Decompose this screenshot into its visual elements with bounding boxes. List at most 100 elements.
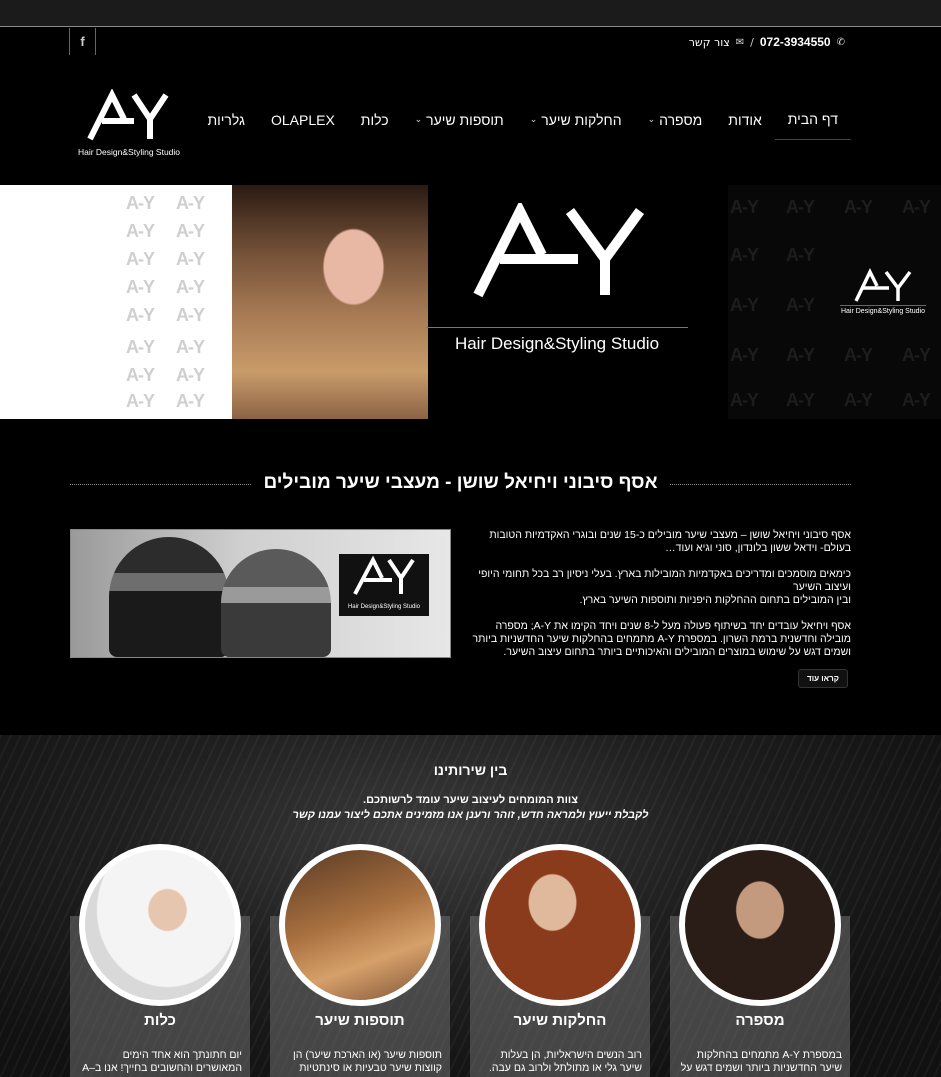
watermark-logo: A-Y [126,221,155,241]
phone-icon: ✆ [836,36,845,48]
nav-label: החלקות שיער [541,111,622,128]
services-title: בין שירותינו [433,762,508,778]
main-nav: דף הבית אודות מספרה ⌄ החלקות שיער ⌄ תוספות… [194,105,851,140]
watermark-logo: A-Y [126,365,155,385]
site-header: Hair Design&Styling Studio דף הבית אודות… [0,55,941,185]
nav-olaplex[interactable]: OLAPLEX [258,106,348,140]
top-strip [0,0,941,27]
services-section: בין שירותינו צוות המומחים לעיצוב שיער עו… [0,735,941,1077]
service-title[interactable]: החלקות שיער [470,1012,650,1029]
separator: / [750,35,754,49]
site-logo[interactable]: Hair Design&Styling Studio [72,88,186,161]
watermark-logo: A-Y [730,295,759,315]
watermark-logo: A-Y [844,197,873,217]
nav-about[interactable]: אודות [715,106,775,140]
nav-home[interactable]: דף הבית [774,105,851,140]
banner-tagline: Hair Design&Styling Studio [426,327,688,354]
banner-model-photo [232,185,428,419]
service-image-extensions[interactable] [279,844,441,1006]
watermark-logo: A-Y [176,305,205,325]
chevron-down-icon: ⌄ [414,114,423,124]
watermark-logo: A-Y [176,277,205,297]
watermark-logo: A-Y [902,197,931,217]
nav-extensions[interactable]: תוספות שיער ⌄ [402,106,517,140]
about-paragraph: כימאים מוסמכים ומדריכים באקדמיות המובילו… [478,568,851,606]
watermark-logo: A-Y [176,391,205,411]
service-title[interactable]: כלות [70,1012,250,1029]
banner-small-logo [854,268,912,302]
nav-label: גלריות [207,111,245,128]
contact-link[interactable]: צור קשר [689,36,730,49]
person-figure [221,549,331,657]
hero-banner: A-Y A-Y A-Y A-Y A-Y A-Y A-Y A-Y A-Y A-Y … [0,185,941,419]
logo-tagline: Hair Design&Styling Studio [77,147,181,157]
watermark-logo: A-Y [126,249,155,269]
nav-straightening[interactable]: החלקות שיער ⌄ [517,106,635,140]
chevron-down-icon: ⌄ [529,114,538,124]
watermark-logo: A-Y [176,193,205,213]
watermark-logo: A-Y [176,365,205,385]
nav-label: מספרה [659,111,703,128]
nav-label: דף הבית [787,111,838,127]
nav-brides[interactable]: כלות [348,106,402,140]
service-image-straightening[interactable] [479,844,641,1006]
banner-small-tagline: Hair Design&Styling Studio [840,305,926,315]
watermark-logo: A-Y [176,221,205,241]
service-title[interactable]: מספרה [670,1012,850,1029]
service-description: תוספות שיער (או הארכת שיער) הן קווצות שי… [293,1049,442,1074]
service-image-brides[interactable] [79,844,241,1006]
person-figure [109,537,229,657]
watermark-logo: A-Y [786,345,815,365]
nav-label: תוספות שיער [426,111,504,128]
nav-galleries[interactable]: גלריות [194,106,257,140]
nav-label: אודות [728,111,762,128]
watermark-logo: A-Y [126,277,155,297]
watermark-logo: A-Y [730,245,759,265]
contact-info: ✆ 072-3934550 / ✉ צור קשר [689,35,845,49]
watermark-logo: A-Y [126,391,155,411]
owners-photo: Hair Design&Styling Studio [70,529,451,658]
service-description: יום חתונתך הוא אחד הימים המאושרים והחשוב… [82,1049,242,1074]
read-more-button[interactable]: קראו עוד [798,669,848,688]
service-description: רוב הנשים הישראליות, הן בעלות שיער גלי א… [488,1049,642,1074]
watermark-logo: A-Y [786,245,815,265]
banner-pattern-left: A-Y A-Y A-Y A-Y A-Y A-Y A-Y A-Y A-Y A-Y … [0,185,232,419]
watermark-logo: A-Y [126,337,155,357]
about-title: אסף סיבוני ויחיאל שושן - מעצבי שיער מובי… [70,472,851,494]
banner-logo-mark [473,203,645,298]
owners-photo-logo-tag: Hair Design&Styling Studio [347,604,421,610]
about-paragraph: אסף סיבוני ויחיאל שושן – מעצבי שיער מובי… [489,529,851,554]
watermark-logo: A-Y [126,193,155,213]
service-image-salon[interactable] [679,844,841,1006]
watermark-logo: A-Y [730,345,759,365]
watermark-logo: A-Y [902,345,931,365]
about-text: אסף סיבוני ויחיאל שושן – מעצבי שיער מובי… [471,529,851,672]
watermark-logo: A-Y [730,197,759,217]
nav-salon[interactable]: מספרה ⌄ [635,106,716,140]
facebook-icon[interactable]: f [69,28,96,55]
owners-photo-logo: Hair Design&Styling Studio [339,554,429,616]
services-subtitle-line: צוות המומחים לעיצוב שיער עומד לרשותכם. [363,794,578,806]
services-subtitle: צוות המומחים לעיצוב שיער עומד לרשותכם. ל… [0,793,941,823]
about-title-row: אסף סיבוני ויחיאל שושן - מעצבי שיער מובי… [70,472,851,498]
watermark-logo: A-Y [176,249,205,269]
watermark-logo: A-Y [126,305,155,325]
chevron-down-icon: ⌄ [647,114,656,124]
watermark-logo: A-Y [786,295,815,315]
service-title[interactable]: תוספות שיער [270,1012,450,1029]
watermark-logo: A-Y [786,390,815,410]
ay-logo-mark [87,88,169,141]
watermark-logo: A-Y [176,337,205,357]
watermark-logo: A-Y [844,390,873,410]
watermark-logo: A-Y [902,390,931,410]
phone-number[interactable]: 072-3934550 [760,35,831,49]
services-subtitle-line: לקבלת ייעוץ ולמראה חדש, זוהר ורענן אנו מ… [292,809,649,821]
watermark-logo: A-Y [844,345,873,365]
about-paragraph: אסף ויחיאל עובדים יחד בשיתוף פעולה מעל ל… [472,620,851,658]
nav-label: כלות [360,111,389,128]
service-description: במספרת A-Y מתמחים בהחלקות שיער החדשניות … [680,1049,842,1074]
watermark-logo: A-Y [786,197,815,217]
nav-label: OLAPLEX [270,111,335,128]
about-section: אסף סיבוני ויחיאל שושן - מעצבי שיער מובי… [0,419,941,735]
envelope-icon: ✉ [735,36,745,48]
